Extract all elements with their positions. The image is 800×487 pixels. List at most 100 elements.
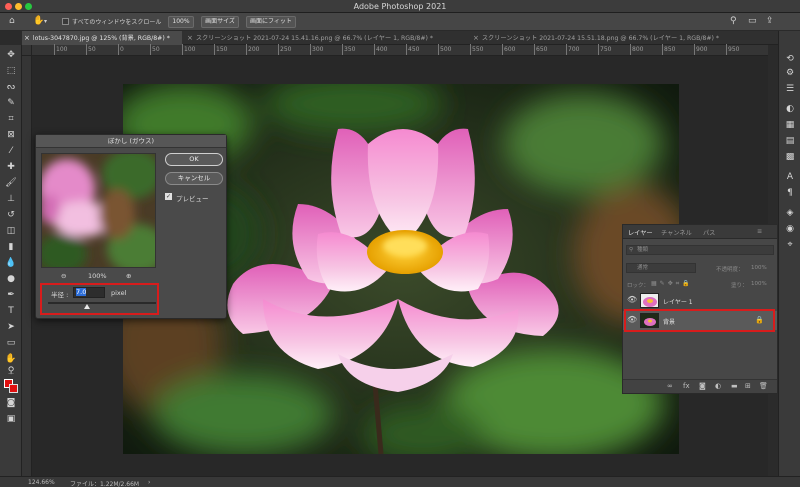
cancel-button[interactable]: キャンセル <box>165 172 223 185</box>
search-icon[interactable]: ⚲ <box>730 16 737 26</box>
paths-icon[interactable]: ⌖ <box>783 239 797 251</box>
stamp-tool-icon[interactable]: ⊥ <box>4 193 18 205</box>
panel-menu-icon[interactable]: ≡ <box>757 228 762 235</box>
tab-screenshot-2[interactable]: × スクリーンショット 2021-07-24 15.51.18.png @ 66.… <box>471 31 771 45</box>
pen-tool-icon[interactable]: ✒ <box>4 289 18 301</box>
home-icon[interactable]: ⌂ <box>9 16 15 26</box>
ruler-tick-label: 50 <box>152 46 160 53</box>
layer-filter-field[interactable]: ⚲ 種類 <box>626 245 774 255</box>
lasso-tool-icon[interactable]: ᔓ <box>4 81 18 93</box>
tab-screenshot-1[interactable]: × スクリーンショット 2021-07-24 15.41.16.png @ 66.… <box>185 31 467 45</box>
fit-screen-button[interactable]: 画面サイズ <box>201 16 239 28</box>
trash-icon[interactable]: 🗑 <box>759 382 768 390</box>
zoom-100-button[interactable]: 100% <box>168 16 194 28</box>
blur-tool-icon[interactable]: 💧 <box>4 257 18 269</box>
background-thumb-image <box>644 318 656 326</box>
chevron-down-icon[interactable]: ▾ <box>44 18 47 25</box>
preview-image <box>42 154 155 267</box>
zoom-in-icon[interactable]: ⊕ <box>126 272 131 280</box>
gradients-icon[interactable]: ▤ <box>783 135 797 147</box>
ruler-tick <box>726 44 727 55</box>
marquee-tool-icon[interactable]: ⬚ <box>4 65 18 77</box>
blur-preview[interactable] <box>41 153 156 268</box>
blend-mode-select[interactable]: 通常 <box>626 263 696 273</box>
ruler-tick-label: 600 <box>504 46 516 53</box>
eraser-tool-icon[interactable]: ◫ <box>4 225 18 237</box>
properties-icon[interactable]: ⚙ <box>783 67 797 79</box>
radius-slider-thumb[interactable] <box>83 304 90 309</box>
ruler-tick-label: 550 <box>472 46 484 53</box>
history-brush-tool-icon[interactable]: ↺ <box>4 209 18 221</box>
close-icon[interactable]: × <box>187 34 193 42</box>
swatches-icon[interactable]: ▦ <box>783 119 797 131</box>
preview-checkbox[interactable]: ✓ <box>165 193 172 200</box>
radius-slider-track[interactable] <box>48 302 156 304</box>
move-tool-icon[interactable]: ✥ <box>4 49 18 61</box>
close-icon[interactable]: × <box>473 34 479 42</box>
zoom-level: 100% <box>88 272 107 280</box>
fx-icon[interactable]: fx <box>683 382 690 390</box>
dodge-tool-icon[interactable]: ● <box>4 273 18 285</box>
ok-button[interactable]: OK <box>165 153 223 166</box>
search-icon: ⚲ <box>629 247 634 253</box>
layer-row-layer1[interactable]: 👁 レイヤー 1 <box>623 291 777 310</box>
adjustments-icon[interactable]: ☰ <box>783 83 797 95</box>
eye-icon[interactable]: 👁 <box>627 315 637 324</box>
hand-icon[interactable]: ✋ <box>33 16 44 26</box>
patterns-icon[interactable]: ▩ <box>783 151 797 163</box>
share-icon[interactable]: ⇪ <box>766 16 774 26</box>
ruler-tick <box>310 44 311 55</box>
mask-icon[interactable]: ◙ <box>699 382 706 390</box>
eyedropper-tool-icon[interactable]: ⁄ <box>4 145 18 157</box>
radius-label: 半径 : <box>51 291 69 299</box>
tab-lotus[interactable]: × lotus-3047870.jpg @ 125% (背景, RGB/8#) * <box>22 31 182 45</box>
frame-tool-icon[interactable]: ⊠ <box>4 129 18 141</box>
character-icon[interactable]: A <box>783 171 797 183</box>
ruler-tick-label: 100 <box>56 46 68 53</box>
status-menu-icon[interactable]: › <box>148 479 150 486</box>
quick-mask-icon[interactable]: ◙ <box>4 397 18 409</box>
radius-input[interactable]: 7.0 <box>73 287 105 298</box>
quick-select-tool-icon[interactable]: ✎ <box>4 97 18 109</box>
path-select-tool-icon[interactable]: ➤ <box>4 321 18 333</box>
tab-channels[interactable]: チャンネル <box>661 228 692 237</box>
channels-icon[interactable]: ◉ <box>783 223 797 235</box>
tab-layers[interactable]: レイヤー <box>628 228 653 237</box>
zoom-out-icon[interactable]: ⊖ <box>61 272 66 280</box>
paragraph-icon[interactable]: ¶ <box>783 187 797 199</box>
lock-label: ロック： <box>627 283 650 289</box>
gradient-tool-icon[interactable]: ▮ <box>4 241 18 253</box>
color-icon[interactable]: ◐ <box>783 103 797 115</box>
crop-tool-icon[interactable]: ⌗ <box>4 113 18 125</box>
scroll-all-windows-checkbox[interactable] <box>62 18 69 25</box>
fill-value[interactable]: 100% <box>751 281 767 287</box>
horizontal-ruler[interactable]: 100 50 0 50 100 150 200 250 300 350 400 450 500 550 60… <box>32 44 768 56</box>
brush-tool-icon[interactable]: 🖌 <box>4 177 18 189</box>
lock-icons[interactable]: ▦✎✥⌗🔒 <box>651 280 693 288</box>
zoom-readout[interactable]: 124.66% <box>28 479 55 486</box>
type-tool-icon[interactable]: T <box>4 305 18 317</box>
options-bar: ⌂ ✋ ▾ すべてのウィンドウをスクロール 100% 画面サイズ 画面にフィット… <box>0 13 800 31</box>
adjustment-layer-icon[interactable]: ◐ <box>715 382 721 390</box>
history-icon[interactable]: ⟲ <box>783 53 797 65</box>
ruler-tick <box>86 44 87 55</box>
more-tools-icon[interactable]: ··· <box>4 371 18 379</box>
vertical-ruler[interactable] <box>22 56 32 476</box>
layer-row-background[interactable]: 👁 背景 🔒 <box>623 311 777 330</box>
hand-tool-icon[interactable]: ✋ <box>4 353 18 365</box>
rectangle-tool-icon[interactable]: ▭ <box>4 337 18 349</box>
tab-paths[interactable]: パス <box>703 228 715 237</box>
link-icon[interactable]: ∞ <box>667 382 673 390</box>
opacity-value[interactable]: 100% <box>751 265 767 271</box>
new-layer-icon[interactable]: ⊞ <box>745 382 751 390</box>
fill-screen-button[interactable]: 画面にフィット <box>246 16 296 28</box>
close-icon[interactable]: × <box>24 34 30 42</box>
screen-mode-icon[interactable]: ▣ <box>4 413 18 425</box>
eye-icon[interactable]: 👁 <box>627 295 637 304</box>
layers-icon[interactable]: ◈ <box>783 207 797 219</box>
background-color-swatch[interactable] <box>9 384 18 393</box>
healing-brush-tool-icon[interactable]: ✚ <box>4 161 18 173</box>
workspace-icon[interactable]: ▭ <box>748 16 757 26</box>
folder-icon[interactable]: ▬ <box>731 382 738 390</box>
ruler-tick <box>534 44 535 55</box>
